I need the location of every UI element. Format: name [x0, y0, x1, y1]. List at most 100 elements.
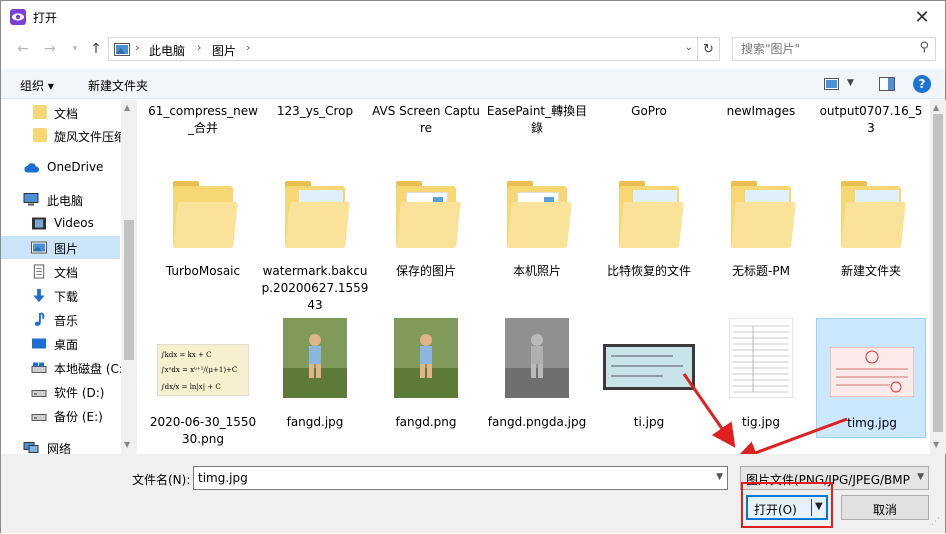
breadcrumb-separator: ›	[246, 41, 251, 54]
preview-pane-icon[interactable]	[879, 77, 895, 91]
folder-item[interactable]: 无标题-PM	[706, 174, 816, 304]
search-input[interactable]	[741, 41, 911, 57]
search-box[interactable]: ⚲	[732, 37, 936, 61]
refresh-button[interactable]: ↻	[698, 37, 720, 61]
navigation-scrollbar[interactable]: ▲ ▼	[121, 100, 137, 454]
up-button[interactable]: ↑	[84, 37, 108, 61]
sidebar-item-onedrive[interactable]: OneDrive	[1, 156, 120, 179]
pictures-location-icon	[114, 43, 130, 56]
image-file-item[interactable]: ti.jpg	[594, 318, 704, 438]
breadcrumb-separator: ›	[197, 41, 202, 54]
sidebar-item-videos[interactable]: Videos	[1, 212, 120, 235]
open-file-dialog: 打开 ✕ ← → ▾ ↑ › 此电脑 › 图片 › ⌄ ↻ ⚲ 组织 ▾ 新建文…	[0, 0, 946, 533]
filename-combobox[interactable]: ▼	[193, 466, 728, 490]
drive-icon	[31, 362, 47, 373]
folder-icon	[396, 181, 461, 248]
scrollbar-thumb[interactable]	[124, 220, 134, 360]
pictures-icon	[31, 241, 47, 254]
file-name-label: EasePaint_轉換目錄	[486, 104, 588, 135]
folder-thumbnail	[831, 174, 911, 254]
sidebar-item-compress-folder[interactable]: 旋风文件压缩	[1, 124, 126, 147]
breadcrumb-pictures[interactable]: 图片	[212, 42, 236, 59]
sidebar-item-documents[interactable]: 文档	[1, 260, 120, 283]
folder-item[interactable]: TurboMosaic	[148, 174, 258, 304]
folder-item[interactable]: 新建文件夹	[816, 174, 926, 304]
folder-icon	[33, 128, 47, 142]
sidebar-item-downloads[interactable]: 下载	[1, 284, 120, 307]
folder-icon	[173, 181, 238, 248]
close-button[interactable]: ✕	[905, 1, 939, 33]
help-button[interactable]: ?	[913, 75, 931, 93]
scroll-up-icon[interactable]: ▲	[933, 103, 939, 112]
sidebar-item-local-disk-c[interactable]: 本地磁盘 (C:)	[1, 356, 128, 379]
organize-menu[interactable]: 组织 ▾	[20, 77, 54, 94]
file-name-label: watermark.bakcup.20200627.155943	[261, 264, 369, 312]
file-name-label: timg.jpg	[847, 416, 897, 430]
file-type-chevron-icon[interactable]: ▼	[917, 472, 924, 482]
scroll-down-icon[interactable]: ▼	[933, 440, 939, 449]
folder-thumbnail	[609, 174, 689, 254]
address-bar[interactable]: › 此电脑 › 图片 › ⌄	[108, 37, 698, 61]
sidebar-item-pictures[interactable]: 图片	[1, 236, 120, 259]
sidebar-item-documents-pinned[interactable]: 文档	[1, 101, 120, 124]
cancel-button[interactable]: 取消	[841, 495, 929, 520]
scroll-up-icon[interactable]: ▲	[124, 103, 130, 112]
view-options-chevron-icon[interactable]: ▼	[847, 78, 854, 88]
sidebar-item-desktop[interactable]: 桌面	[1, 332, 120, 355]
sidebar-item-music[interactable]: 音乐	[1, 308, 120, 331]
file-list-scrollbar[interactable]: ▲ ▼	[930, 100, 946, 454]
file-name-label: 保存的图片	[395, 264, 456, 278]
view-mode-icon[interactable]	[824, 78, 839, 90]
folder-icon	[285, 181, 350, 248]
filename-input[interactable]	[198, 470, 698, 486]
folder-item[interactable]: 比特恢复的文件	[594, 174, 704, 304]
desktop-icon	[32, 338, 46, 349]
sidebar-item-label: 文档	[54, 107, 79, 121]
folder-icon	[33, 105, 47, 119]
file-name-label: AVS Screen Capture	[372, 104, 480, 135]
file-name-label: newImages	[726, 104, 796, 118]
sidebar-item-label: OneDrive	[47, 160, 104, 174]
folder-icon	[507, 181, 572, 248]
file-name-label: fangd.jpg	[286, 415, 344, 429]
sidebar-item-drive-d[interactable]: 软件 (D:)	[1, 380, 120, 403]
sidebar-item-label: 网络	[47, 442, 72, 454]
folder-item[interactable]: watermark.bakcup.20200627.155943	[260, 174, 370, 312]
sidebar-item-label: 软件 (D:)	[54, 386, 105, 400]
back-button[interactable]: ←	[11, 37, 35, 61]
sidebar-item-label: 此电脑	[47, 194, 84, 208]
file-name-label: 2020-06-30_155030.png	[149, 415, 257, 446]
sidebar-item-label: Videos	[54, 216, 94, 230]
cloud-icon	[24, 163, 39, 173]
image-file-item[interactable]: fangd.pngda.jpg	[482, 318, 592, 438]
file-name-label: output0707.16_53	[819, 104, 923, 135]
svg-text:∫dx/x = ln|x| + C: ∫dx/x = ln|x| + C	[161, 383, 221, 391]
file-name-label: TurboMosaic	[165, 264, 241, 278]
sidebar-item-network[interactable]: 网络	[1, 436, 120, 454]
sidebar-item-this-pc[interactable]: 此电脑	[1, 188, 120, 211]
image-file-item[interactable]: fangd.png	[371, 318, 481, 438]
highlight-box	[741, 482, 833, 528]
image-file-item[interactable]: fangd.jpg	[260, 318, 370, 438]
breadcrumb-this-pc[interactable]: 此电脑	[149, 42, 185, 59]
sidebar-item-label: 下载	[54, 290, 79, 304]
image-file-item[interactable]: ∫kdx = kx + C ∫xᵘdx = xᵘ⁺¹/(μ+1)+C ∫dx/x…	[148, 318, 258, 446]
sidebar-item-drive-e[interactable]: 备份 (E:)	[1, 404, 120, 427]
scrollbar-thumb[interactable]	[933, 114, 943, 432]
forward-button[interactable]: →	[38, 37, 62, 61]
resize-grip-icon[interactable]: ⋰	[931, 517, 945, 531]
folder-item[interactable]: 本机照片	[482, 174, 592, 304]
scroll-down-icon[interactable]: ▼	[124, 440, 130, 449]
folder-item[interactable]: 保存的图片	[371, 174, 481, 304]
network-icon	[23, 442, 39, 453]
sidebar-item-label: 备份 (E:)	[54, 410, 103, 424]
image-file-item[interactable]: tig.jpg	[706, 318, 816, 438]
file-name-label: 无标题-PM	[732, 264, 790, 278]
new-folder-button[interactable]: 新建文件夹	[88, 77, 148, 94]
filename-dropdown-chevron-icon[interactable]: ▼	[716, 472, 723, 482]
drive-icon	[31, 414, 47, 421]
address-history-chevron-icon[interactable]: ⌄	[685, 42, 693, 53]
image-thumbnail: ∫kdx = kx + C ∫xᵘdx = xᵘ⁺¹/(μ+1)+C ∫dx/x…	[157, 318, 249, 398]
image-file-item[interactable]: timg.jpg	[816, 318, 926, 438]
file-name-label: 比特恢复的文件	[606, 264, 691, 278]
